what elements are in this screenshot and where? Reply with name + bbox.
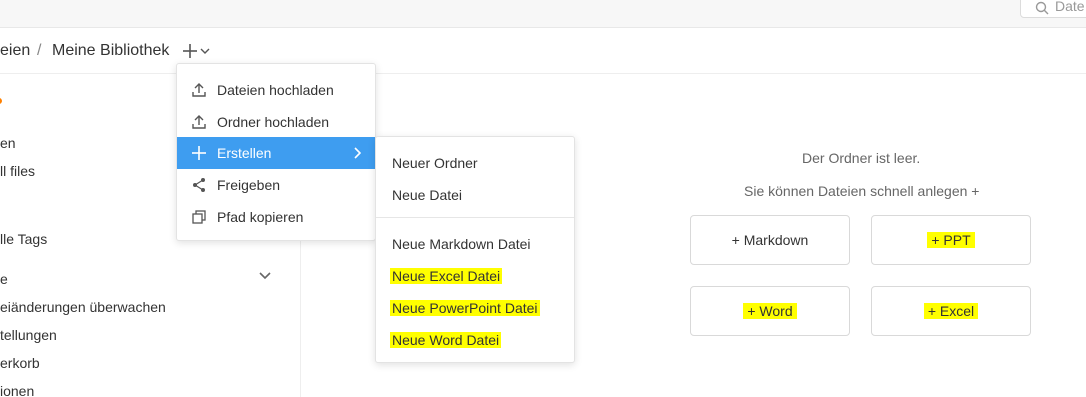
plus-icon [192,146,206,160]
sidebar-item-settings[interactable]: tellungen [0,327,57,343]
submenu-item-new-word[interactable]: Neue Word Datei [376,324,574,356]
breadcrumb-parent[interactable]: eien [0,42,30,60]
sidebar-item-section[interactable]: e [0,271,8,287]
upload-icon [192,115,206,129]
sidebar-item-trash[interactable]: erkorb [0,355,40,371]
create-excel-label: + Excel [923,303,979,319]
plus-icon [183,44,197,58]
breadcrumb-current: Meine Bibliothek [52,42,170,59]
sidebar-item[interactable]: en [0,135,16,151]
upload-icon [192,83,206,97]
submenu-item-label: Neue Markdown Datei [392,236,531,252]
add-dropdown-button[interactable] [181,41,215,63]
sidebar-item-watch-changes[interactable]: eiänderungen überwachen [0,299,166,315]
create-excel-button[interactable]: + Excel [871,286,1031,336]
add-menu: Dateien hochladen Ordner hochladen Erste… [176,63,376,241]
chevron-down-icon [200,48,210,54]
menu-item-upload-folder[interactable]: Ordner hochladen [177,106,375,138]
menu-item-label: Dateien hochladen [217,82,334,98]
menu-item-label: Freigeben [217,177,281,193]
chevron-down-icon[interactable] [258,271,272,281]
submenu-item-label: Neue Word Datei [390,332,502,348]
search-input[interactable] [1055,0,1086,15]
share-icon [193,178,205,192]
search-box[interactable] [1020,0,1086,18]
submenu-item-label: Neue Datei [392,187,463,203]
sidebar-item-options[interactable]: ionen [0,383,34,397]
search-icon [1035,1,1049,15]
create-ppt-label: + PPT [927,232,975,248]
create-word-button[interactable]: + Word [690,286,850,336]
menu-item-label: Erstellen [217,145,272,161]
menu-item-label: Ordner hochladen [217,114,330,130]
create-word-label: + Word [743,303,797,319]
empty-folder-title: Der Ordner ist leer. [802,150,921,166]
sidebar-item-all-files[interactable]: ll files [0,163,35,179]
submenu-item-new-file[interactable]: Neue Datei [376,179,574,211]
empty-folder-hint: Sie können Dateien schnell anlegen + [744,183,980,199]
menu-separator [376,217,574,218]
create-ppt-button[interactable]: + PPT [871,215,1031,265]
menu-item-share[interactable]: Freigeben [177,169,375,201]
chevron-right-icon [354,147,361,159]
submenu-item-label: Neue Excel Datei [390,268,503,284]
menu-item-upload-files[interactable]: Dateien hochladen [177,74,375,106]
active-indicator [0,98,2,104]
submenu-item-label: Neuer Ordner [392,155,478,171]
sidebar-item-all-tags[interactable]: lle Tags [0,231,47,247]
create-markdown-label: + Markdown [731,232,809,248]
submenu-item-label: Neue PowerPoint Datei [390,300,540,316]
submenu-item-new-powerpoint[interactable]: Neue PowerPoint Datei [376,292,574,324]
menu-item-copy-path[interactable]: Pfad kopieren [177,201,375,233]
submenu-item-new-folder[interactable]: Neuer Ordner [376,147,574,179]
submenu-item-new-markdown[interactable]: Neue Markdown Datei [376,228,574,260]
copy-icon [192,210,206,224]
menu-item-create[interactable]: Erstellen [177,137,375,169]
menu-item-label: Pfad kopieren [217,209,304,225]
create-markdown-button[interactable]: + Markdown [690,215,850,265]
header: eien / Meine Bibliothek [0,28,1086,74]
submenu-item-new-excel[interactable]: Neue Excel Datei [376,260,574,292]
top-bar [0,0,1086,28]
create-submenu: Neuer Ordner Neue Datei Neue Markdown Da… [375,136,575,363]
breadcrumb-separator: / [37,42,42,59]
